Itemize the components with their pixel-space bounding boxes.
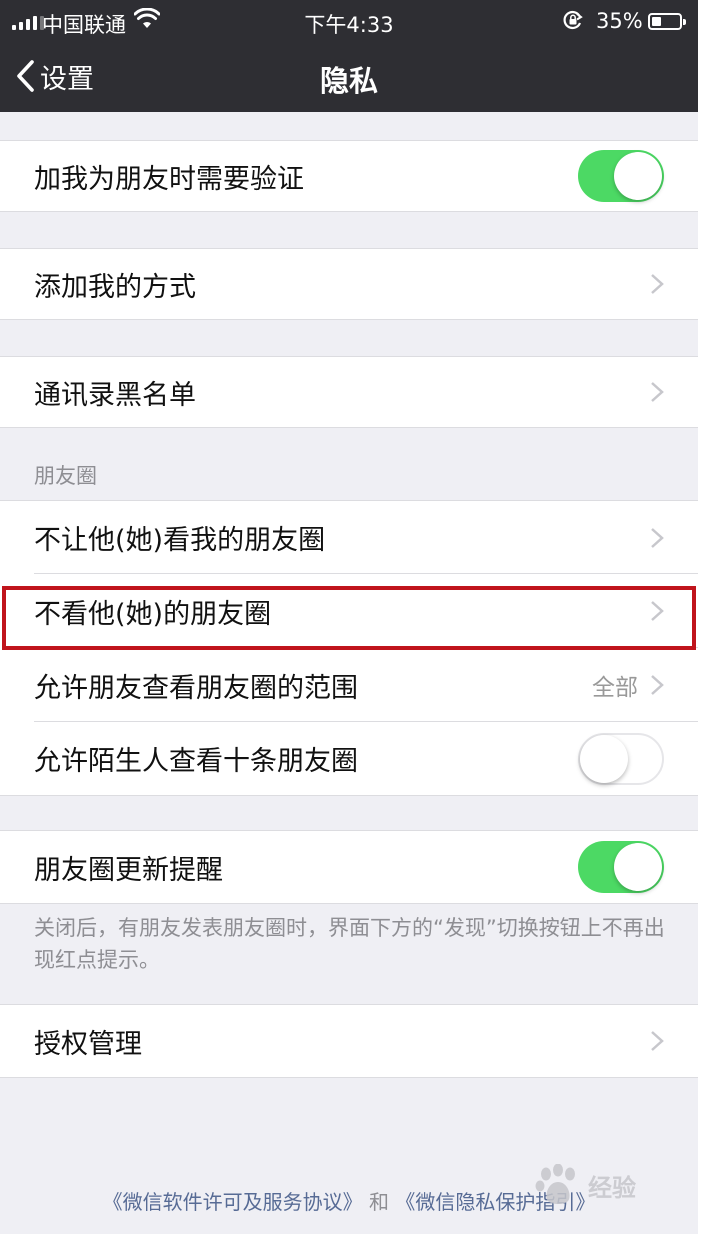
verify-friend-toggle[interactable]: [578, 150, 664, 202]
add-me-methods-label: 添加我的方式: [34, 271, 196, 303]
screenshot-edge: [698, 0, 702, 1234]
battery-level: [652, 17, 661, 26]
privacy-settings-screen: 中国联通 下午4:33 35% 设置 隐私 加我为朋友时需要验证 添加我的方式 …: [0, 0, 698, 1234]
toggle-knob: [580, 734, 628, 783]
moments-update-reminder-label: 朋友圈更新提醒: [34, 854, 223, 886]
strangers-view-ten-toggle[interactable]: [578, 732, 664, 785]
strangers-view-ten-cell: 允许陌生人查看十条朋友圈: [0, 722, 698, 796]
strangers-view-ten-label: 允许陌生人查看十条朋友圈: [34, 746, 358, 777]
chevron-right-icon: [651, 382, 664, 402]
blacklist-label: 通讯录黑名单: [34, 379, 196, 411]
moments-visible-range-cell[interactable]: 允许朋友查看朋友圈的范围 全部: [0, 648, 698, 722]
toggle-knob: [614, 152, 662, 200]
hide-my-moments-label: 不让他(她)看我的朋友圈: [34, 525, 326, 556]
moments-update-reminder-cell: 朋友圈更新提醒: [0, 830, 698, 904]
chevron-right-icon: [651, 274, 664, 294]
navigation-bar: 设置 隐私: [0, 42, 698, 112]
watermark-text: 经验: [588, 1173, 636, 1202]
toggle-knob: [614, 843, 662, 891]
reminder-footnote: 关闭后，有朋友发表朋友圈时，界面下方的“发现”切换按钮上不再出现红点提示。: [34, 916, 665, 972]
verify-friend-label: 加我为朋友时需要验证: [34, 163, 304, 195]
add-me-methods-cell[interactable]: 添加我的方式: [0, 248, 698, 320]
chevron-right-icon: [651, 1031, 664, 1051]
chevron-right-icon: [651, 527, 664, 548]
dont-see-their-moments-label: 不看他(她)的朋友圈: [34, 598, 272, 630]
chevron-right-icon: [651, 601, 664, 621]
orientation-lock-icon: [563, 10, 583, 30]
chevron-right-icon: [651, 675, 664, 695]
hide-my-moments-cell[interactable]: 不让他(她)看我的朋友圈: [0, 500, 698, 574]
moments-visible-range-value: 全部: [592, 675, 638, 701]
verify-friend-cell: 加我为朋友时需要验证: [0, 140, 698, 212]
authorization-management-cell[interactable]: 授权管理: [0, 1004, 698, 1078]
blacklist-cell[interactable]: 通讯录黑名单: [0, 356, 698, 428]
page-title: 隐私: [319, 64, 378, 98]
paw-logo-icon: [535, 1164, 575, 1204]
moments-visible-range-label: 允许朋友查看朋友圈的范围: [34, 672, 358, 704]
battery-icon: [648, 13, 686, 30]
status-time: 下午4:33: [304, 13, 394, 37]
dont-see-their-moments-cell[interactable]: 不看他(她)的朋友圈: [0, 574, 698, 648]
top-bar: 中国联通 下午4:33 35% 设置 隐私: [0, 0, 698, 112]
moments-update-reminder-toggle[interactable]: [578, 841, 664, 893]
status-bar: 中国联通 下午4:33 35%: [0, 0, 698, 42]
baidu-jingyan-watermark: 经验: [534, 1160, 674, 1210]
license-agreement-link[interactable]: 《微信软件许可及服务协议》: [103, 1190, 363, 1214]
moments-section-header: 朋友圈: [34, 464, 97, 488]
footer-and-text: 和: [369, 1190, 389, 1214]
battery-percent: 35%: [596, 9, 643, 33]
authorization-management-label: 授权管理: [34, 1028, 142, 1060]
